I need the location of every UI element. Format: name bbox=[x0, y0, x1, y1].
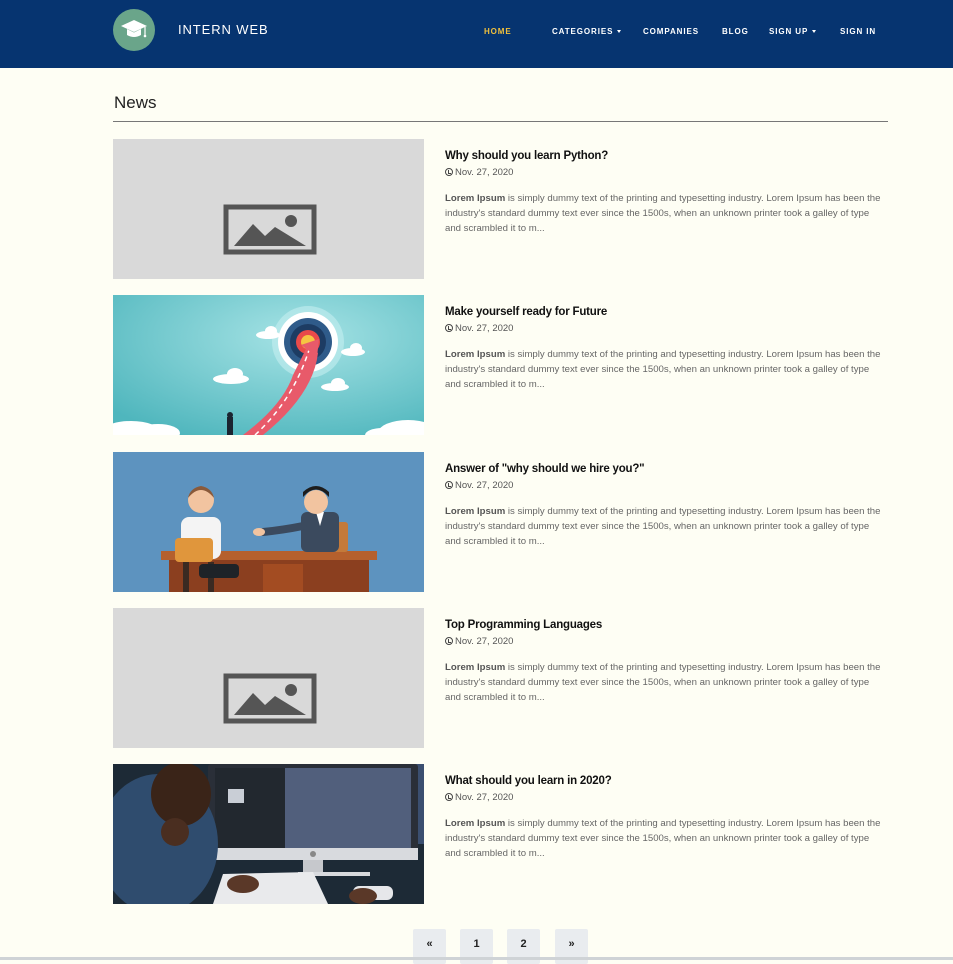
nav-sign-up-label: SIGN UP bbox=[769, 27, 809, 36]
navbar: INTERN WEB HOME CATEGORIES COMPANIES BLO… bbox=[0, 0, 953, 68]
clock-icon bbox=[445, 793, 453, 801]
news-card: Why should you learn Python? Nov. 27, 20… bbox=[113, 139, 888, 279]
title-divider bbox=[113, 121, 888, 122]
excerpt-text: is simply dummy text of the printing and… bbox=[445, 506, 881, 547]
page-title: News bbox=[114, 93, 157, 112]
nav-blog[interactable]: BLOG bbox=[722, 27, 749, 36]
post-date-text: Nov. 27, 2020 bbox=[455, 167, 514, 178]
news-card: Make yourself ready for Future Nov. 27, … bbox=[113, 295, 888, 435]
post-date-text: Nov. 27, 2020 bbox=[455, 480, 514, 491]
image-placeholder-icon bbox=[113, 608, 424, 748]
clock-icon bbox=[445, 637, 453, 645]
post-date-text: Nov. 27, 2020 bbox=[455, 323, 514, 334]
news-card: Top Programming Languages Nov. 27, 2020 … bbox=[113, 608, 888, 748]
excerpt-text: is simply dummy text of the printing and… bbox=[445, 818, 881, 859]
nav-companies[interactable]: COMPANIES bbox=[643, 27, 699, 36]
post-thumbnail[interactable] bbox=[113, 139, 424, 279]
post-excerpt: Lorem Ipsum is simply dummy text of the … bbox=[445, 504, 887, 549]
excerpt-bold: Lorem Ipsum bbox=[445, 193, 506, 204]
post-thumbnail[interactable] bbox=[113, 295, 424, 435]
post-date-text: Nov. 27, 2020 bbox=[455, 792, 514, 803]
post-title[interactable]: Why should you learn Python? bbox=[445, 150, 608, 162]
post-date: Nov. 27, 2020 bbox=[445, 323, 513, 334]
post-date: Nov. 27, 2020 bbox=[445, 480, 513, 491]
excerpt-text: is simply dummy text of the printing and… bbox=[445, 193, 881, 234]
post-title[interactable]: Make yourself ready for Future bbox=[445, 306, 607, 318]
clock-icon bbox=[445, 481, 453, 489]
person-at-computer-photo bbox=[113, 764, 424, 904]
excerpt-bold: Lorem Ipsum bbox=[445, 349, 506, 360]
footer-divider bbox=[0, 957, 953, 960]
post-date-text: Nov. 27, 2020 bbox=[455, 636, 514, 647]
excerpt-bold: Lorem Ipsum bbox=[445, 506, 506, 517]
caret-down-icon bbox=[617, 30, 622, 33]
post-date: Nov. 27, 2020 bbox=[445, 167, 513, 178]
excerpt-text: is simply dummy text of the printing and… bbox=[445, 349, 881, 390]
nav-home[interactable]: HOME bbox=[484, 27, 512, 36]
post-date: Nov. 27, 2020 bbox=[445, 636, 513, 647]
post-excerpt: Lorem Ipsum is simply dummy text of the … bbox=[445, 347, 887, 392]
news-card: What should you learn in 2020? Nov. 27, … bbox=[113, 764, 888, 904]
job-interview-illustration bbox=[113, 452, 424, 592]
post-excerpt: Lorem Ipsum is simply dummy text of the … bbox=[445, 816, 887, 861]
post-title[interactable]: What should you learn in 2020? bbox=[445, 775, 612, 787]
post-excerpt: Lorem Ipsum is simply dummy text of the … bbox=[445, 660, 887, 705]
post-date: Nov. 27, 2020 bbox=[445, 792, 513, 803]
nav-categories[interactable]: CATEGORIES bbox=[552, 27, 622, 36]
caret-down-icon bbox=[812, 30, 817, 33]
post-thumbnail[interactable] bbox=[113, 608, 424, 748]
post-title[interactable]: Top Programming Languages bbox=[445, 619, 602, 631]
news-card: Answer of "why should we hire you?" Nov.… bbox=[113, 452, 888, 592]
clock-icon bbox=[445, 324, 453, 332]
target-road-illustration bbox=[113, 295, 424, 435]
post-thumbnail[interactable] bbox=[113, 452, 424, 592]
post-excerpt: Lorem Ipsum is simply dummy text of the … bbox=[445, 191, 887, 236]
main-nav: HOME CATEGORIES COMPANIES BLOG SIGN UP S… bbox=[0, 27, 953, 39]
nav-sign-in[interactable]: SIGN IN bbox=[840, 27, 876, 36]
post-title[interactable]: Answer of "why should we hire you?" bbox=[445, 463, 645, 475]
image-placeholder-icon bbox=[113, 139, 424, 279]
nav-sign-up[interactable]: SIGN UP bbox=[769, 27, 817, 36]
excerpt-text: is simply dummy text of the printing and… bbox=[445, 662, 881, 703]
post-thumbnail[interactable] bbox=[113, 764, 424, 904]
excerpt-bold: Lorem Ipsum bbox=[445, 662, 506, 673]
clock-icon bbox=[445, 168, 453, 176]
nav-categories-label: CATEGORIES bbox=[552, 27, 614, 36]
excerpt-bold: Lorem Ipsum bbox=[445, 818, 506, 829]
